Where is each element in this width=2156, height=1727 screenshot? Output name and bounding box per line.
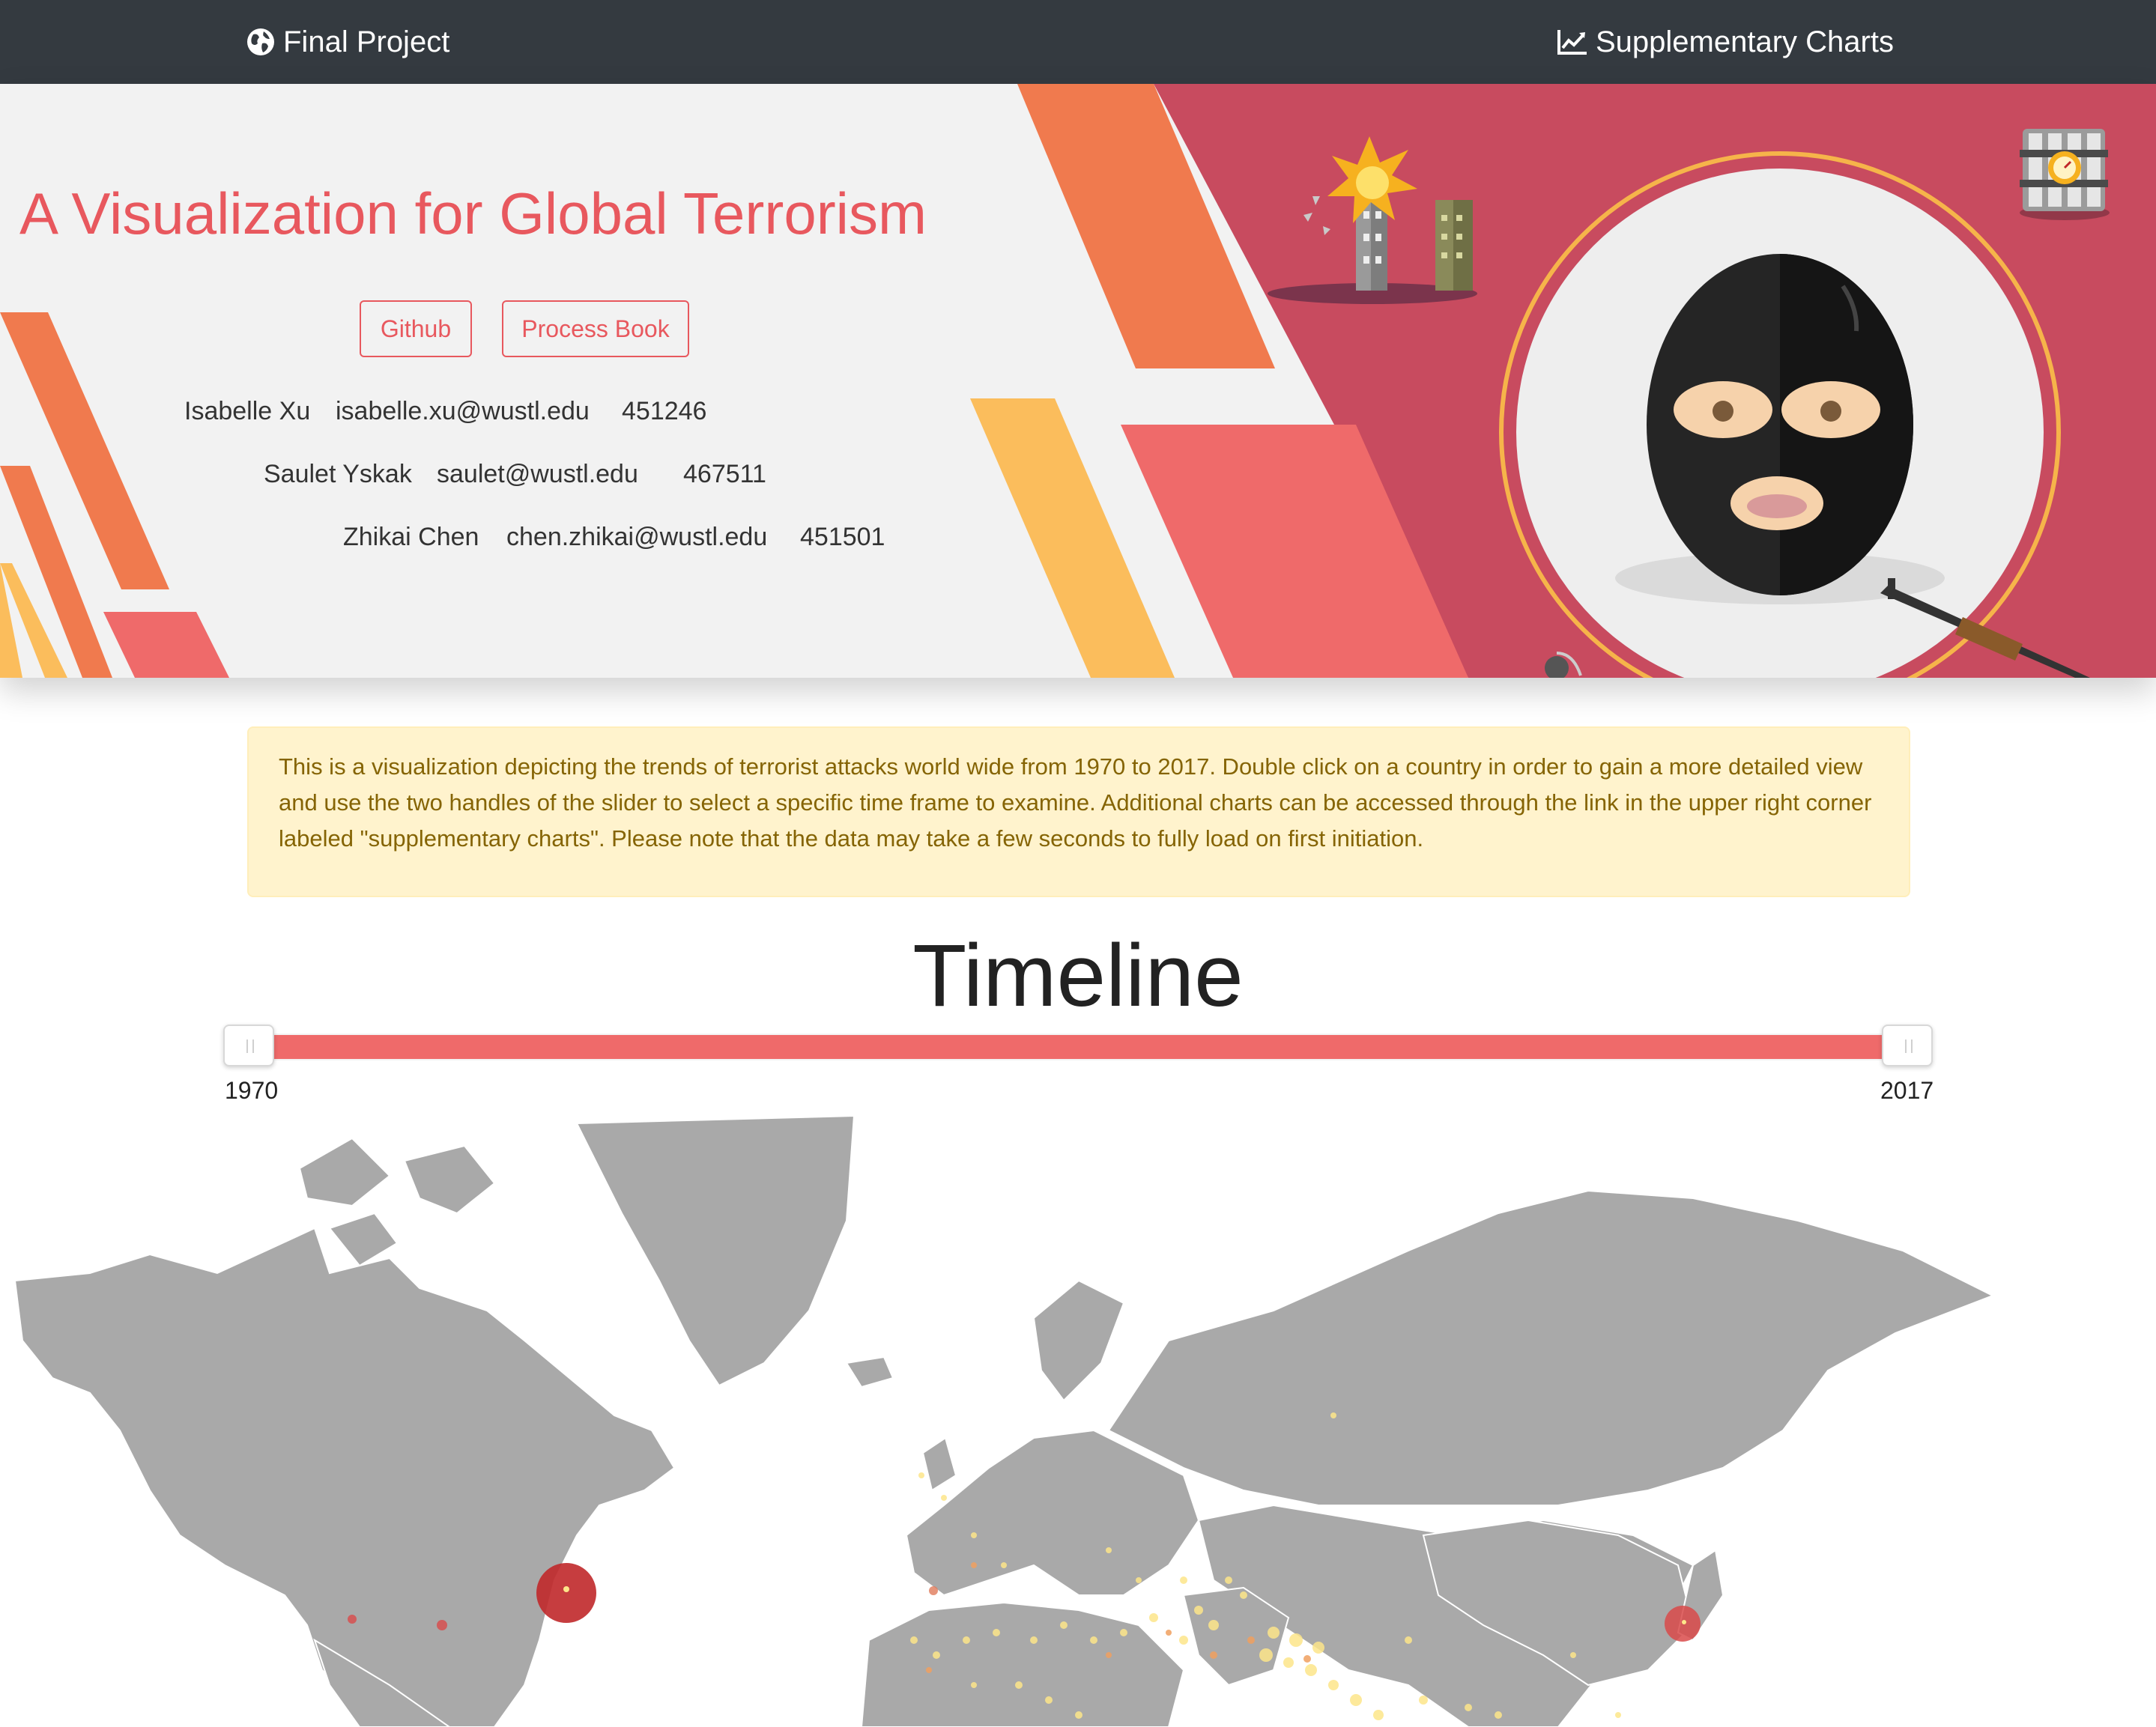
line-chart-icon (1557, 30, 1587, 55)
attack-marker (348, 1615, 357, 1624)
country-africa (860, 1601, 1185, 1727)
author-id: 451501 (800, 523, 885, 551)
info-alert: This is a visualization depicting the tr… (247, 726, 1910, 897)
country-north-america (13, 1227, 676, 1727)
timeline-heading: Timeline (912, 926, 1244, 1025)
timeline-min-label: 1970 (225, 1077, 279, 1104)
country-canada-islands (298, 1137, 391, 1207)
process-book-button[interactable]: Process Book (502, 300, 689, 357)
timeline-max-label: 2017 (1880, 1077, 1934, 1104)
nav-supplementary-charts-link[interactable]: Supplementary Charts (1557, 0, 1894, 84)
country-iceland (845, 1356, 894, 1388)
hero-background-illustration (0, 84, 2156, 678)
author-name: Isabelle Xu (184, 397, 311, 425)
globe-icon (247, 28, 274, 55)
nav-supplementary-label: Supplementary Charts (1596, 25, 1894, 58)
world-map[interactable] (0, 1116, 2156, 1727)
country-scandinavia (1032, 1279, 1125, 1402)
timeline-slider-range[interactable] (273, 1035, 1886, 1059)
timeline-handle-end[interactable] (1882, 1025, 1933, 1066)
country-russia (1107, 1189, 1995, 1506)
github-button[interactable]: Github (360, 300, 472, 357)
masked-figure-illustration (1499, 151, 2061, 678)
nav-brand-label: Final Project (283, 25, 450, 58)
hero-banner: A Visualization for Global Terrorism Git… (0, 84, 2156, 678)
timeline-handle-start[interactable] (223, 1025, 274, 1066)
author-id: 451246 (622, 397, 707, 425)
info-alert-text: This is a visualization depicting the tr… (279, 753, 1872, 852)
attack-marker (536, 1563, 596, 1623)
country-canada-islands (403, 1144, 496, 1215)
author-email: isabelle.xu@wustl.edu (336, 397, 590, 425)
country-greenland (575, 1116, 856, 1387)
attack-marker (929, 1586, 938, 1595)
nav-brand-link[interactable]: Final Project (246, 0, 449, 84)
author-id: 467511 (683, 460, 766, 488)
time-bomb-icon (2020, 129, 2110, 220)
attack-marker (437, 1620, 447, 1630)
navbar: Final Project Supplementary Charts (0, 0, 2156, 84)
author-email: saulet@wustl.edu (437, 460, 638, 488)
page-title: A Visualization for Global Terrorism (19, 180, 927, 246)
country-uk (921, 1436, 957, 1492)
author-email: chen.zhikai@wustl.edu (506, 523, 768, 551)
author-name: Zhikai Chen (343, 523, 479, 551)
author-name: Saulet Yskak (264, 460, 412, 488)
country-canada-islands (328, 1212, 399, 1267)
